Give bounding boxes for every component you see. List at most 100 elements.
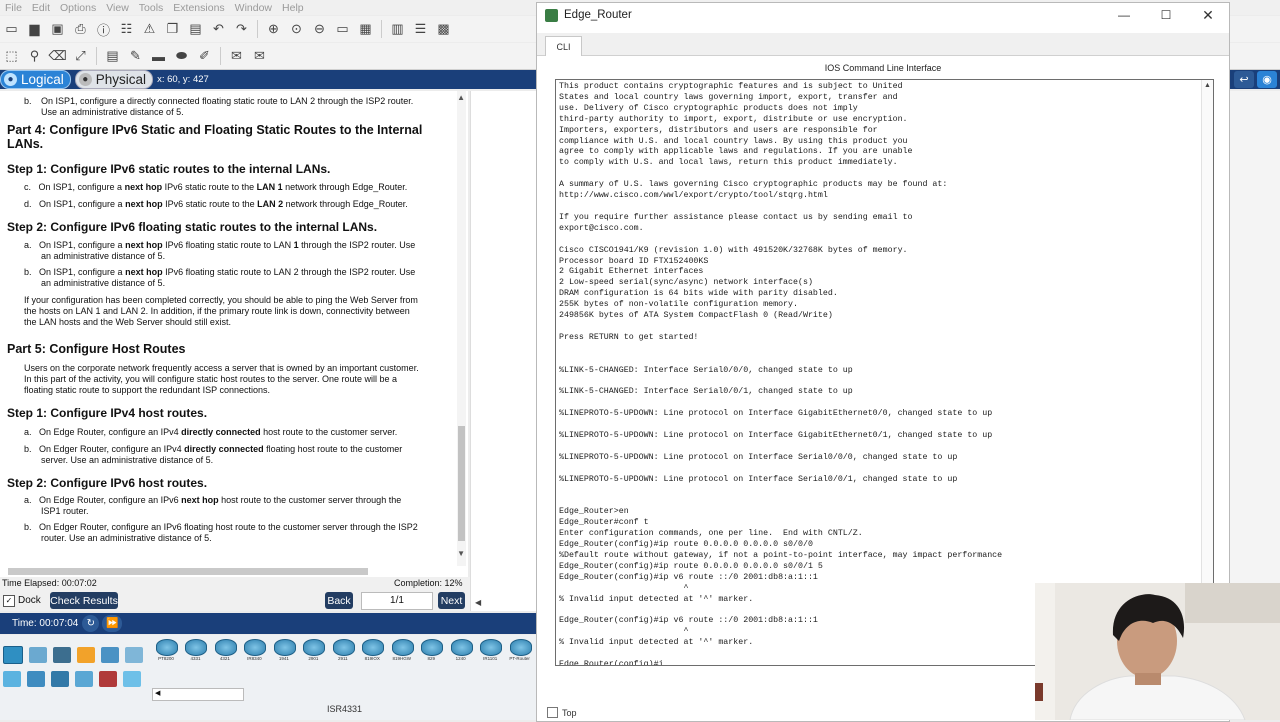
toolbar-divider — [96, 47, 97, 65]
paste-icon[interactable]: ▤ — [187, 21, 204, 38]
info-icon[interactable]: ⓘ — [95, 21, 112, 38]
menu-options[interactable]: Options — [55, 2, 101, 14]
terminal-output[interactable]: This product contains cryptographic feat… — [556, 80, 1213, 665]
device-829[interactable]: 829 — [418, 636, 444, 666]
search-icon[interactable]: ⚲ — [26, 48, 43, 65]
new-file-icon[interactable]: ▭ — [3, 21, 20, 38]
next-button[interactable]: Next — [438, 592, 465, 609]
device-819iox[interactable]: 819IOX — [359, 636, 385, 666]
hscroll-thumb[interactable] — [8, 568, 368, 575]
back-button[interactable]: Back — [325, 592, 353, 609]
scroll-up-icon[interactable]: ▲ — [1204, 82, 1211, 89]
router-icon — [509, 639, 532, 656]
scroll-left-icon[interactable]: ◀ — [155, 689, 160, 697]
network-devices-icon[interactable] — [3, 646, 23, 664]
scrollbar-thumb[interactable] — [458, 426, 465, 541]
workspace-canvas[interactable]: ◀ — [470, 91, 537, 611]
wan-emulation-icon[interactable] — [123, 671, 141, 687]
physical-mode-button[interactable]: ● Physical — [74, 70, 154, 89]
zoom-out-icon[interactable]: ⊖ — [311, 21, 328, 38]
scroll-down-icon[interactable]: ▼ — [457, 549, 465, 558]
fast-forward-icon[interactable]: ⏩ — [102, 615, 123, 632]
delete-icon[interactable]: ⌫ — [48, 48, 66, 65]
note-icon[interactable]: ▤ — [104, 48, 121, 65]
dock-checkbox[interactable]: ✓ — [3, 595, 15, 607]
device-2911[interactable]: 2911 — [330, 636, 356, 666]
selected-device-label: ISR4331 — [326, 704, 363, 714]
save-icon[interactable]: ▣ — [49, 21, 66, 38]
print-icon[interactable]: ⎙ — [72, 21, 89, 38]
menu-edit[interactable]: Edit — [27, 2, 55, 14]
check-results-button[interactable]: Check Results — [50, 592, 118, 609]
maximize-icon[interactable]: ☐ — [1151, 6, 1181, 24]
device-4321[interactable]: 4321 — [212, 636, 238, 666]
pencil-icon[interactable]: ✎ — [127, 48, 144, 65]
wireless-icon[interactable] — [75, 671, 93, 687]
realtime-icon[interactable]: ◉ — [1257, 71, 1277, 88]
menu-tools[interactable]: Tools — [134, 2, 169, 14]
minimize-icon[interactable]: — — [1109, 6, 1139, 24]
monitor-icon[interactable]: ▩ — [435, 21, 452, 38]
device-1941[interactable]: 1941 — [271, 636, 297, 666]
menu-window[interactable]: Window — [230, 2, 277, 14]
scroll-left-icon[interactable]: ◀ — [475, 598, 481, 607]
connections-icon[interactable] — [77, 647, 95, 663]
device-pt8200[interactable]: PT8200 — [153, 636, 179, 666]
menu-help[interactable]: Help — [277, 2, 309, 14]
complex-pdu-icon[interactable]: ✉ — [251, 48, 268, 65]
multiuser-icon[interactable] — [125, 647, 143, 663]
ellipse-icon[interactable]: ⬬ — [173, 48, 190, 65]
device-ir1101[interactable]: IR1101 — [477, 636, 503, 666]
window-tabs: CLI — [537, 33, 1229, 56]
list-item: b. On Edger Router, configure an IPv6 fl… — [24, 522, 418, 532]
device-ir8340[interactable]: IR8340 — [241, 636, 267, 666]
hubs-icon[interactable] — [51, 671, 69, 687]
zoom-reset-icon[interactable]: ⊙ — [288, 21, 305, 38]
close-icon[interactable]: ✕ — [1193, 6, 1223, 24]
power-cycle-icon[interactable]: ↻ — [82, 615, 100, 632]
device-pt-router[interactable]: PT-Router — [507, 636, 533, 666]
rectangle-icon[interactable]: ▭ — [334, 21, 351, 38]
list-item-cont: an administrative distance of 5. — [41, 278, 166, 288]
palette-icon[interactable]: ▦ — [357, 21, 374, 38]
device-2901[interactable]: 2901 — [300, 636, 326, 666]
device-1240[interactable]: 1240 — [448, 636, 474, 666]
components-icon[interactable] — [53, 647, 71, 663]
misc-icon[interactable] — [101, 647, 119, 663]
back-arrow-icon[interactable]: ↩ — [1234, 71, 1254, 88]
instructions-hscrollbar[interactable] — [0, 566, 468, 577]
zoom-in-icon[interactable]: ⊕ — [265, 21, 282, 38]
top-checkbox[interactable] — [547, 707, 558, 718]
scroll-up-icon[interactable]: ▲ — [457, 93, 465, 102]
undo-icon[interactable]: ↶ — [210, 21, 227, 38]
tab-cli[interactable]: CLI — [545, 36, 582, 56]
pdu-icon[interactable]: ✉ — [228, 48, 245, 65]
terminal-scrollbar[interactable]: ▲ — [1201, 80, 1213, 665]
device-list-scrollbar[interactable]: ◀ — [152, 688, 244, 701]
list-icon[interactable]: ☰ — [412, 21, 429, 38]
cli-terminal[interactable]: This product contains cryptographic feat… — [555, 79, 1214, 666]
notes-icon[interactable]: ▥ — [389, 21, 406, 38]
end-devices-icon[interactable] — [29, 647, 47, 663]
redo-icon[interactable]: ↷ — [233, 21, 250, 38]
dock-label: Dock — [18, 595, 41, 606]
network-info-icon[interactable]: ☷ — [118, 21, 135, 38]
routers-icon[interactable] — [3, 671, 21, 687]
copy-icon[interactable]: ❐ — [164, 21, 181, 38]
switches-icon[interactable] — [27, 671, 45, 687]
instructions-scrollbar[interactable] — [457, 91, 466, 566]
menu-file[interactable]: File — [0, 2, 27, 14]
open-folder-icon[interactable]: ▆ — [26, 21, 43, 38]
activity-controls: ✓ Dock Check Results Back 1/1 Next — [0, 591, 470, 611]
freeform-icon[interactable]: ✐ — [196, 48, 213, 65]
device-4331[interactable]: 4331 — [182, 636, 208, 666]
activity-wizard-icon[interactable]: ⚠ — [141, 21, 158, 38]
device-819hgw[interactable]: 819HGW — [389, 636, 415, 666]
select-icon[interactable]: ⬚ — [3, 48, 20, 65]
resize-icon[interactable]: ⤢ — [72, 48, 89, 65]
security-icon[interactable] — [99, 671, 117, 687]
logical-mode-button[interactable]: ● Logical — [0, 70, 71, 89]
draw-rectangle-icon[interactable]: ▬ — [150, 48, 167, 65]
menu-view[interactable]: View — [101, 2, 134, 14]
menu-extensions[interactable]: Extensions — [168, 2, 229, 14]
